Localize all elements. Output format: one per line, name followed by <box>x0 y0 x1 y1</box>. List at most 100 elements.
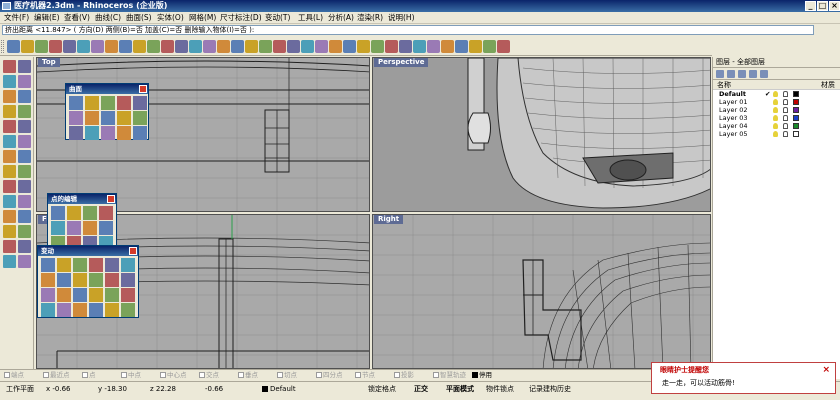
menu-solid[interactable]: 实体(O) <box>157 13 184 23</box>
points-on-icon[interactable] <box>18 255 31 268</box>
point-edit-tool-7-icon[interactable] <box>83 221 97 235</box>
layer-lock-icon[interactable] <box>783 91 788 97</box>
osnap-checkbox[interactable]: 交点 <box>199 370 219 380</box>
layer-row[interactable]: Layer 04 <box>713 122 840 130</box>
layer-row[interactable]: Layer 05 <box>713 130 840 138</box>
array-icon[interactable] <box>3 240 16 253</box>
point-icon[interactable] <box>3 60 16 73</box>
scale-icon[interactable] <box>3 225 16 238</box>
mirror-icon[interactable] <box>18 225 31 238</box>
viewport-label-right[interactable]: Right <box>374 215 404 224</box>
transform-tool-17-icon[interactable] <box>105 288 119 302</box>
surface-tool-13-icon[interactable] <box>101 126 115 140</box>
globe-icon[interactable] <box>427 40 440 53</box>
surface-tool-1-icon[interactable] <box>69 96 83 110</box>
point-edit-tool-5-icon[interactable] <box>51 221 65 235</box>
surface-tool-8-icon[interactable] <box>101 111 115 125</box>
save-icon[interactable] <box>35 40 48 53</box>
zoom-window-icon[interactable] <box>175 40 188 53</box>
point-edit-tool-6-icon[interactable] <box>67 221 81 235</box>
osnap-checkbox-box[interactable] <box>394 372 400 378</box>
point-edit-tool-1-icon[interactable] <box>51 206 65 220</box>
transform-tool-14-icon[interactable] <box>57 288 71 302</box>
zoom-extents-icon[interactable] <box>189 40 202 53</box>
osnap-checkbox-box[interactable] <box>355 372 361 378</box>
osnap-checkbox[interactable]: 最近点 <box>43 370 70 380</box>
layer-lock-icon[interactable] <box>783 131 788 137</box>
point-edit-tool-2-icon[interactable] <box>67 206 81 220</box>
transform-tool-4-icon[interactable] <box>89 258 103 272</box>
layer-visibility-bulb-icon[interactable] <box>773 91 778 97</box>
transform-tool-12-icon[interactable] <box>121 273 135 287</box>
menu-file[interactable]: 文件(F) <box>4 13 29 23</box>
new-icon[interactable] <box>7 40 20 53</box>
maximize-button[interactable]: □ <box>817 1 828 11</box>
surface-tool-9-icon[interactable] <box>117 111 131 125</box>
filter-icon[interactable] <box>760 70 768 78</box>
extrude-icon[interactable] <box>18 135 31 148</box>
transform-tool-5-icon[interactable] <box>105 258 119 272</box>
zoom-selected-icon[interactable] <box>203 40 216 53</box>
osnap-checkbox-box[interactable] <box>277 372 283 378</box>
osnap-checkbox[interactable]: 中心点 <box>160 370 187 380</box>
redo-icon[interactable] <box>119 40 132 53</box>
cut-icon[interactable] <box>63 40 76 53</box>
osnap-checkbox[interactable]: 点 <box>82 370 96 380</box>
transform-palette-close-icon[interactable] <box>129 247 137 255</box>
four-viewports-icon[interactable] <box>245 40 258 53</box>
transform-tool-22-icon[interactable] <box>89 303 103 317</box>
point-edit-palette-title[interactable]: 点的编辑 <box>48 194 116 204</box>
transform-tool-6-icon[interactable] <box>121 258 135 272</box>
close-button[interactable]: × <box>829 1 840 11</box>
layer-visibility-bulb-icon[interactable] <box>773 99 778 105</box>
dimension-icon[interactable] <box>3 255 16 268</box>
status-ortho[interactable]: 正交 <box>414 383 428 395</box>
layer-color-swatch[interactable] <box>793 115 799 121</box>
menu-curve[interactable]: 曲线(C) <box>95 13 121 23</box>
properties-icon[interactable] <box>315 40 328 53</box>
layer-color-swatch[interactable] <box>793 131 799 137</box>
light-icon[interactable] <box>343 40 356 53</box>
polygon-icon[interactable] <box>3 120 16 133</box>
move-up-icon[interactable] <box>738 70 746 78</box>
transform-tool-18-icon[interactable] <box>121 288 135 302</box>
paste-icon[interactable] <box>91 40 104 53</box>
viewport-right[interactable]: Right <box>372 214 711 369</box>
panel-icon[interactable] <box>497 40 510 53</box>
arc-icon[interactable] <box>18 90 31 103</box>
sphere-icon[interactable] <box>413 40 426 53</box>
ortho-icon[interactable] <box>259 40 272 53</box>
surface-tool-6-icon[interactable] <box>69 111 83 125</box>
point-edit-palette-close-icon[interactable] <box>107 195 115 203</box>
trim-icon[interactable] <box>18 180 31 193</box>
point-icon[interactable] <box>441 40 454 53</box>
osnap-checkbox-box[interactable] <box>43 372 49 378</box>
menu-mesh[interactable]: 网格(M) <box>189 13 216 23</box>
menu-view[interactable]: 查看(V) <box>64 13 90 23</box>
osnap-checkbox[interactable]: 端点 <box>4 370 24 380</box>
box-icon[interactable] <box>3 150 16 163</box>
layer-col-name[interactable]: 名称 <box>717 80 731 90</box>
layer-visibility-bulb-icon[interactable] <box>773 107 778 113</box>
current-layer-check-icon[interactable]: ✔ <box>765 90 770 98</box>
surface-tool-12-icon[interactable] <box>85 126 99 140</box>
menu-surface[interactable]: 曲面(S) <box>126 13 152 23</box>
viewport-perspective[interactable]: Perspective <box>372 57 711 212</box>
shade-icon[interactable] <box>287 40 300 53</box>
osnap-checkbox[interactable]: 四分点 <box>316 370 343 380</box>
color-icon[interactable] <box>399 40 412 53</box>
menu-tools[interactable]: 工具(L) <box>298 13 323 23</box>
copy-icon[interactable] <box>3 210 16 223</box>
layer-row[interactable]: Default ✔ <box>713 90 840 98</box>
open-icon[interactable] <box>21 40 34 53</box>
menu-dimension[interactable]: 尺寸标注(D) <box>220 13 262 23</box>
menu-analyze[interactable]: 分析(A) <box>328 13 354 23</box>
ellipse-icon[interactable] <box>3 105 16 118</box>
surface-tool-5-icon[interactable] <box>133 96 147 110</box>
osnap-checkbox[interactable]: 智慧轨迹 <box>433 370 466 380</box>
explode-icon[interactable] <box>18 165 31 178</box>
delete-layer-icon[interactable] <box>727 70 735 78</box>
transform-tool-11-icon[interactable] <box>105 273 119 287</box>
point-edit-tool-8-icon[interactable] <box>99 221 113 235</box>
transform-tool-24-icon[interactable] <box>121 303 135 317</box>
